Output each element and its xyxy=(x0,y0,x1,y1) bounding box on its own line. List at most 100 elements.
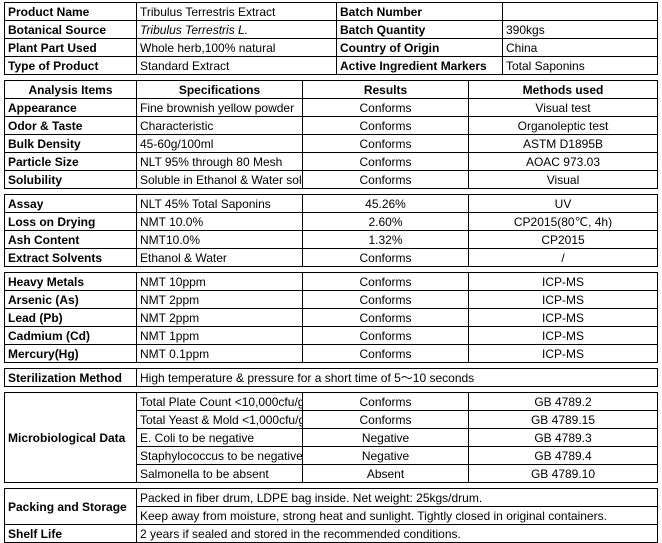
table-row: Packing and Storage Packed in fiber drum… xyxy=(4,488,658,525)
result-heavy-metals: Conforms xyxy=(302,272,469,291)
result-ash-content: 1.32% xyxy=(302,230,469,249)
analysis-item-bulk-density: Bulk Density xyxy=(4,134,137,153)
spec-staphylococcus: Staphylococcus to be negative xyxy=(136,446,303,465)
table-row: Bulk Density 45-60g/100ml Conforms ASTM … xyxy=(4,134,658,153)
microbiological-data-label: Microbiological Data xyxy=(4,392,137,483)
type-of-product-label: Type of Product xyxy=(4,56,137,75)
spec-salmonella: Salmonella to be absent xyxy=(136,464,303,483)
certificate-of-analysis-sheet: Product Name Tribulus Terrestris Extract… xyxy=(0,0,662,543)
spec-arsenic: NMT 2ppm xyxy=(136,290,303,309)
analysis-item-solubility: Solubility xyxy=(4,170,137,189)
sterilization-method-label: Sterilization Method xyxy=(4,368,137,387)
method-appearance: Visual test xyxy=(468,98,658,117)
plant-part-used-label: Plant Part Used xyxy=(4,38,137,57)
product-name-label: Product Name xyxy=(4,2,137,21)
spec-particle-size: NLT 95% through 80 Mesh xyxy=(136,152,303,171)
shelf-life-value: 2 years if sealed and stored in the reco… xyxy=(136,524,658,543)
analysis-item-mercury: Mercury(Hg) xyxy=(4,344,137,363)
packing-storage-label: Packing and Storage xyxy=(4,488,137,525)
table-row: Appearance Fine brownish yellow powder C… xyxy=(4,98,658,117)
result-yeast-mold: Conforms xyxy=(302,410,469,429)
analysis-item-assay: Assay xyxy=(4,194,137,213)
method-yeast-mold: GB 4789.15 xyxy=(468,410,658,429)
table-row: Odor & Taste Characteristic Conforms Org… xyxy=(4,116,658,135)
analysis-item-heavy-metals: Heavy Metals xyxy=(4,272,137,291)
spec-loss-on-drying: NMT 10.0% xyxy=(136,212,303,231)
table-row: Ash Content NMT10.0% 1.32% CP2015 xyxy=(4,230,658,249)
method-solubility: Visual xyxy=(468,170,658,189)
column-header-specifications: Specifications xyxy=(136,80,303,99)
method-assay: UV xyxy=(468,194,658,213)
spec-extract-solvents: Ethanol & Water xyxy=(136,248,303,267)
botanical-source-label: Botanical Source xyxy=(4,20,137,39)
column-header-analysis-items: Analysis Items xyxy=(4,80,137,99)
result-salmonella: Absent xyxy=(302,464,469,483)
table-row: Loss on Drying NMT 10.0% 2.60% CP2015(80… xyxy=(4,212,658,231)
analysis-item-odor-taste: Odor & Taste xyxy=(4,116,137,135)
result-extract-solvents: Conforms xyxy=(302,248,469,267)
result-cadmium: Conforms xyxy=(302,326,469,345)
analysis-item-loss-on-drying: Loss on Drying xyxy=(4,212,137,231)
table-row: Sterilization Method High temperature & … xyxy=(4,368,658,387)
analysis-item-particle-size: Particle Size xyxy=(4,152,137,171)
packing-shelf-life-table: Packing and Storage Packed in fiber drum… xyxy=(4,488,658,543)
method-heavy-metals: ICP-MS xyxy=(468,272,658,291)
analysis-item-arsenic: Arsenic (As) xyxy=(4,290,137,309)
analysis-assay-table: Assay NLT 45% Total Saponins 45.26% UV L… xyxy=(4,194,658,267)
table-row: Solubility Soluble in Ethanol & Water so… xyxy=(4,170,658,189)
method-loss-on-drying: CP2015(80℃, 4h) xyxy=(468,212,658,231)
table-row: Botanical Source Tribulus Terrestris L. … xyxy=(4,20,658,39)
analysis-item-appearance: Appearance xyxy=(4,98,137,117)
product-info-table: Product Name Tribulus Terrestris Extract… xyxy=(4,2,658,75)
batch-number-value xyxy=(502,2,658,21)
table-row: Shelf Life 2 years if sealed and stored … xyxy=(4,524,658,543)
analysis-item-extract-solvents: Extract Solvents xyxy=(4,248,137,267)
table-row: Assay NLT 45% Total Saponins 45.26% UV xyxy=(4,194,658,213)
method-cadmium: ICP-MS xyxy=(468,326,658,345)
sterilization-table: Sterilization Method High temperature & … xyxy=(4,368,658,387)
spec-e-coli: E. Coli to be negative xyxy=(136,428,303,447)
sterilization-method-value: High temperature & pressure for a short … xyxy=(136,368,658,387)
analysis-physical-table: Analysis Items Specifications Results Me… xyxy=(4,80,658,189)
method-lead: ICP-MS xyxy=(468,308,658,327)
analysis-item-ash-content: Ash Content xyxy=(4,230,137,249)
packing-storage-line-2: Keep away from moisture, strong heat and… xyxy=(136,506,658,525)
table-row: Mercury(Hg) NMT 0.1ppm Conforms ICP-MS xyxy=(4,344,658,363)
method-e-coli: GB 4789.3 xyxy=(468,428,658,447)
table-row: Cadmium (Cd) NMT 1ppm Conforms ICP-MS xyxy=(4,326,658,345)
active-markers-value: Total Saponins xyxy=(502,56,658,75)
result-lead: Conforms xyxy=(302,308,469,327)
spec-heavy-metals: NMT 10ppm xyxy=(136,272,303,291)
microbiological-data-table: Microbiological Data Total Plate Count <… xyxy=(4,392,658,483)
column-header-methods-used: Methods used xyxy=(468,80,658,99)
plant-part-used-value: Whole herb,100% natural xyxy=(136,38,337,57)
spec-odor-taste: Characteristic xyxy=(136,116,303,135)
method-total-plate-count: GB 4789.2 xyxy=(468,392,658,411)
spec-appearance: Fine brownish yellow powder xyxy=(136,98,303,117)
result-e-coli: Negative xyxy=(302,428,469,447)
method-arsenic: ICP-MS xyxy=(468,290,658,309)
packing-storage-line-1: Packed in fiber drum, LDPE bag inside. N… xyxy=(136,488,658,507)
spec-ash-content: NMT10.0% xyxy=(136,230,303,249)
batch-quantity-value: 390kgs xyxy=(502,20,658,39)
analysis-heavy-metals-table: Heavy Metals NMT 10ppm Conforms ICP-MS A… xyxy=(4,272,658,363)
result-appearance: Conforms xyxy=(302,98,469,117)
spec-solubility: Soluble in Ethanol & Water solution xyxy=(136,170,303,189)
spec-cadmium: NMT 1ppm xyxy=(136,326,303,345)
result-loss-on-drying: 2.60% xyxy=(302,212,469,231)
column-header-results: Results xyxy=(302,80,469,99)
result-arsenic: Conforms xyxy=(302,290,469,309)
active-markers-label: Active Ingredient Markers xyxy=(336,56,503,75)
product-name-value: Tribulus Terrestris Extract xyxy=(136,2,337,21)
spec-assay: NLT 45% Total Saponins xyxy=(136,194,303,213)
result-assay: 45.26% xyxy=(302,194,469,213)
type-of-product-value: Standard Extract xyxy=(136,56,337,75)
table-row: Particle Size NLT 95% through 80 Mesh Co… xyxy=(4,152,658,171)
spec-bulk-density: 45-60g/100ml xyxy=(136,134,303,153)
table-row: Arsenic (As) NMT 2ppm Conforms ICP-MS xyxy=(4,290,658,309)
method-extract-solvents: / xyxy=(468,248,658,267)
spec-total-plate-count: Total Plate Count <10,000cfu/g xyxy=(136,392,303,411)
table-row: Product Name Tribulus Terrestris Extract… xyxy=(4,2,658,21)
method-staphylococcus: GB 4789.4 xyxy=(468,446,658,465)
analysis-item-lead: Lead (Pb) xyxy=(4,308,137,327)
